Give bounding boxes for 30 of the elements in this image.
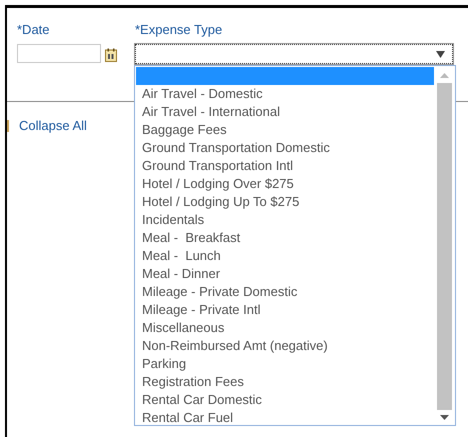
- section-marker: [7, 120, 9, 132]
- dropdown-option[interactable]: Meal - Dinner: [136, 265, 434, 283]
- date-label: *Date: [17, 22, 51, 38]
- scroll-thumb[interactable]: [436, 83, 452, 410]
- dropdown-option[interactable]: Rental Car Domestic: [136, 391, 434, 409]
- dropdown-option[interactable]: Miscellaneous: [136, 319, 434, 337]
- scroll-up-icon[interactable]: [440, 73, 448, 78]
- date-field[interactable]: [17, 44, 101, 63]
- dropdown-option[interactable]: Meal - Breakfast: [136, 229, 434, 247]
- dropdown-option[interactable]: Baggage Fees: [136, 121, 434, 139]
- dropdown-option[interactable]: Mileage - Private Intl: [136, 301, 434, 319]
- caret-icon: [436, 50, 445, 58]
- dropdown-option[interactable]: Air Travel - International: [136, 103, 434, 121]
- dropdown-option[interactable]: Non-Reimbursed Amt (negative): [136, 337, 434, 355]
- dropdown-option[interactable]: Ground Transportation Intl: [136, 157, 434, 175]
- expense-type-dropdown[interactable]: [135, 44, 453, 64]
- expense-type-label: *Expense Type: [135, 22, 224, 38]
- dropdown-option[interactable]: Hotel / Lodging Over $275: [136, 175, 434, 193]
- dropdown-option[interactable]: Meal - Lunch: [136, 247, 434, 265]
- scroll-down-icon[interactable]: [440, 415, 448, 420]
- dropdown-option[interactable]: Incidentals: [136, 211, 434, 229]
- dropdown-option[interactable]: Registration Fees: [136, 373, 434, 391]
- dropdown-option[interactable]: Air Travel - Domestic: [136, 85, 434, 103]
- dropdown-option[interactable]: Ground Transportation Domestic: [136, 139, 434, 157]
- dropdown-option[interactable]: Mileage - Private Domestic: [136, 283, 434, 301]
- dropdown-option[interactable]: Rental Car Fuel: [136, 409, 434, 427]
- dropdown-option[interactable]: Hotel / Lodging Up To $275: [136, 193, 434, 211]
- dropdown-option[interactable]: Parking: [136, 355, 434, 373]
- collapse-all-link[interactable]: Collapse All: [19, 118, 87, 133]
- calendar-icon[interactable]: [105, 48, 117, 62]
